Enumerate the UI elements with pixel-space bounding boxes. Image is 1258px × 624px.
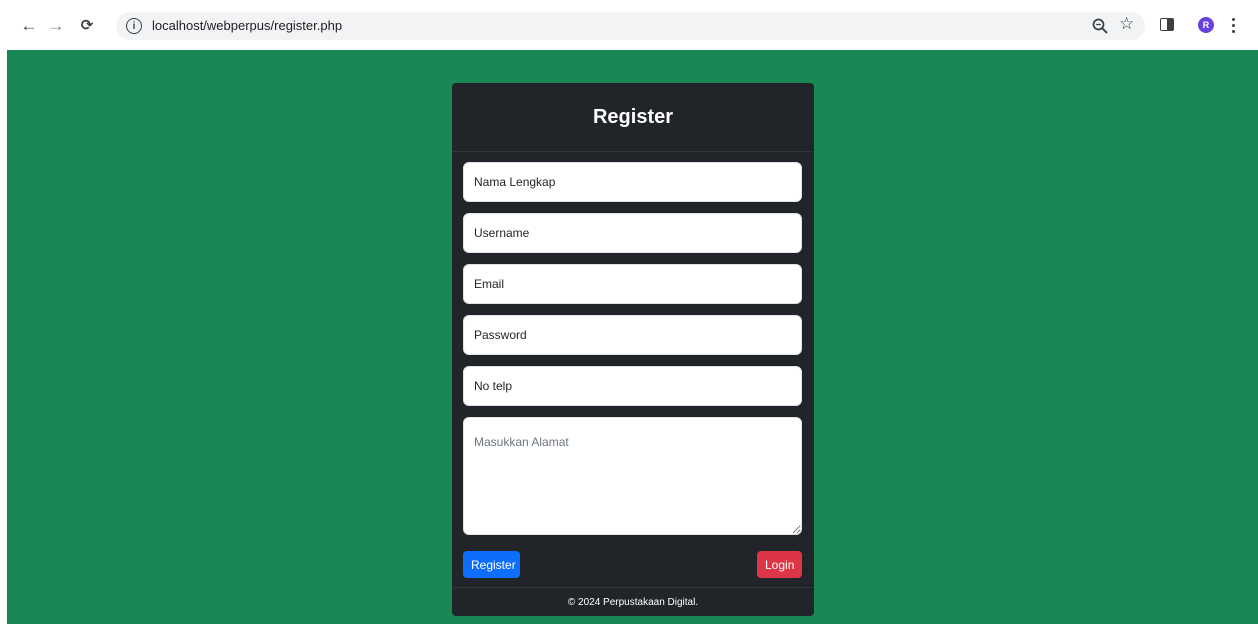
browser-toolbar: ← → ⟳ i localhost/webperpus/register.php… <box>0 0 1258 50</box>
kebab-menu-icon[interactable] <box>1230 14 1236 36</box>
zoom-icon[interactable] <box>1091 17 1109 35</box>
forward-arrow-icon[interactable]: → <box>45 14 67 36</box>
username-input[interactable] <box>463 213 802 253</box>
page-title: Register <box>592 105 674 128</box>
url-text[interactable]: localhost/webperpus/register.php <box>152 18 342 33</box>
copyright-text: © 2024 Perpustakaan Digital. <box>567 596 699 608</box>
site-info-icon[interactable]: i <box>126 18 142 34</box>
alamat-textarea[interactable] <box>463 417 802 535</box>
register-card: Register Register Login © 2024 Perpustak… <box>452 83 814 616</box>
no-telp-input[interactable] <box>463 366 802 406</box>
back-arrow-icon[interactable]: ← <box>18 14 40 36</box>
side-panel-icon[interactable] <box>1160 18 1174 31</box>
profile-avatar[interactable]: R <box>1198 17 1214 33</box>
address-bar[interactable]: i localhost/webperpus/register.php ☆ <box>116 12 1145 40</box>
page-background: Register Register Login © 2024 Perpustak… <box>7 50 1258 624</box>
card-footer: © 2024 Perpustakaan Digital. <box>452 587 814 616</box>
password-input[interactable] <box>463 315 802 355</box>
reload-icon[interactable]: ⟳ <box>76 14 98 36</box>
bookmark-star-icon[interactable]: ☆ <box>1119 15 1134 32</box>
nama-lengkap-input[interactable] <box>463 162 802 202</box>
register-button[interactable]: Register <box>463 551 520 578</box>
card-header: Register <box>452 83 814 152</box>
login-button[interactable]: Login <box>757 551 802 578</box>
email-input[interactable] <box>463 264 802 304</box>
